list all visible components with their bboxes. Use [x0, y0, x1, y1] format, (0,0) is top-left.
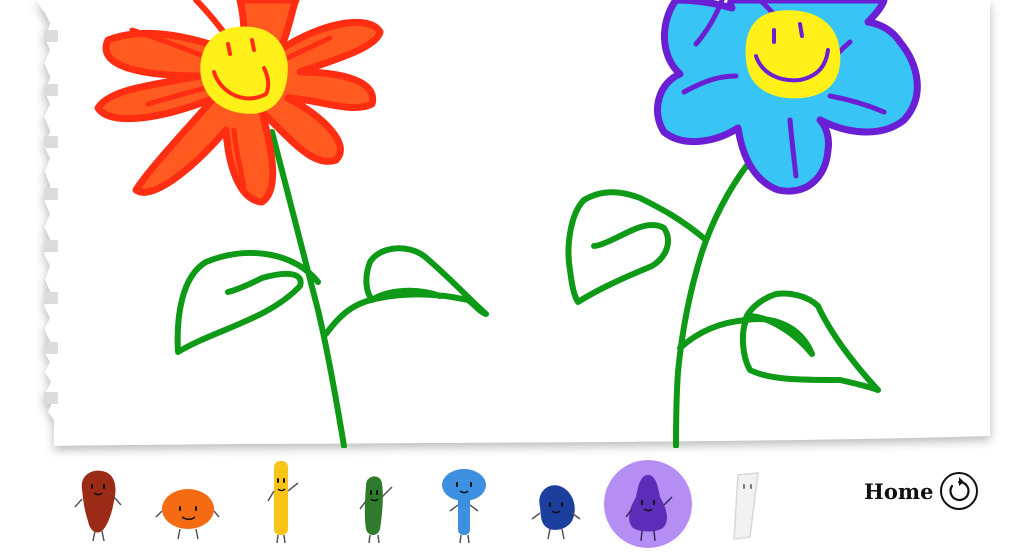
refresh-icon: [939, 471, 979, 511]
orange-pen-character-icon: [155, 489, 220, 540]
drawing-canvas[interactable]: [0, 0, 1024, 448]
home-label: Home: [864, 478, 934, 504]
right-flower-stem: [565, 161, 881, 448]
pen-green-button[interactable]: [328, 460, 414, 546]
pen-purple-button[interactable]: [604, 460, 692, 548]
pen-orange-button[interactable]: [144, 460, 230, 546]
purple-pen-character-icon: [625, 475, 673, 542]
pen-dark-red-button[interactable]: [54, 460, 140, 546]
light-blue-pen-character-icon: [442, 469, 486, 544]
left-flower-face: [200, 26, 288, 114]
right-flower-face: [745, 10, 841, 99]
pen-yellow-button[interactable]: [236, 460, 322, 546]
pen-dark-blue-button[interactable]: [512, 460, 598, 546]
pen-white-button[interactable]: [696, 460, 782, 546]
white-pen-character-icon: [733, 472, 759, 540]
dark-blue-pen-character-icon: [531, 485, 581, 540]
dark-red-pen-character-icon: [74, 470, 122, 542]
home-button[interactable]: Home: [864, 470, 979, 512]
green-pen-character-icon: [359, 476, 393, 544]
pen-light-blue-button[interactable]: [420, 460, 506, 546]
left-flower-stem: [174, 129, 489, 448]
yellow-pen-character-icon: [267, 461, 299, 544]
